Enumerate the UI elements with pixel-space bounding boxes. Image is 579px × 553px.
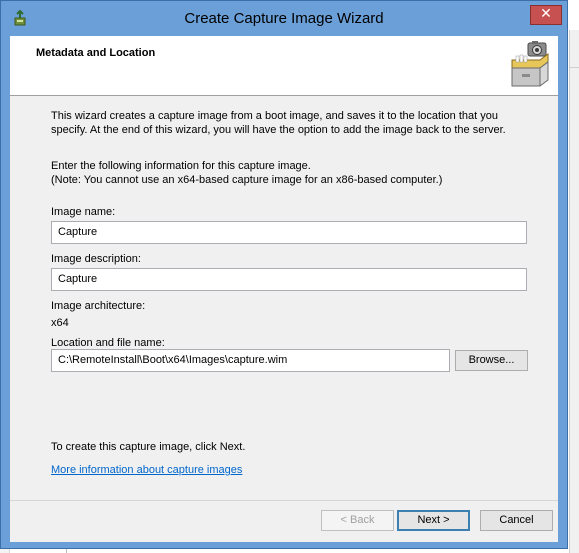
wizard-content: This wizard creates a capture image from…	[10, 97, 558, 500]
background-divider	[569, 67, 579, 68]
title-bar[interactable]: Create Capture Image Wizard ✕	[1, 1, 567, 35]
intro-text: This wizard creates a capture image from…	[51, 110, 506, 136]
capture-image-wizard-dialog: Create Capture Image Wizard ✕ Metadata a…	[0, 0, 568, 549]
wizard-header: Metadata and Location	[10, 36, 558, 96]
background-right-window	[569, 30, 579, 553]
footer-divider	[10, 500, 558, 501]
filing-cabinet-camera-icon	[511, 41, 549, 87]
back-button[interactable]: < Back	[321, 510, 394, 531]
instructions-line: Enter the following information for this…	[51, 160, 311, 172]
page-title: Metadata and Location	[36, 47, 156, 59]
image-description-label: Image description:	[51, 253, 141, 265]
instructions: Enter the following information for this…	[51, 159, 531, 187]
image-architecture-value: x64	[51, 317, 69, 329]
instructions-note: (Note: You cannot use an x64-based captu…	[51, 174, 443, 186]
wizard-client-area: Metadata and Location This wizard create…	[10, 36, 558, 542]
cancel-button[interactable]: Cancel	[480, 510, 553, 531]
next-instruction: To create this capture image, click Next…	[51, 441, 246, 453]
browse-button[interactable]: Browse...	[455, 350, 528, 371]
image-name-input[interactable]: Capture	[51, 221, 527, 244]
next-button[interactable]: Next >	[397, 510, 470, 531]
image-name-label: Image name:	[51, 206, 116, 218]
location-input[interactable]: C:\RemoteInstall\Boot\x64\Images\capture…	[51, 349, 450, 372]
more-info-link[interactable]: More information about capture images	[51, 464, 242, 476]
image-architecture-label: Image architecture:	[51, 300, 146, 312]
close-button[interactable]: ✕	[530, 5, 562, 25]
window-title: Create Capture Image Wizard	[184, 10, 384, 27]
location-label: Location and file name:	[51, 337, 165, 349]
close-icon: ✕	[540, 6, 552, 22]
image-description-input[interactable]: Capture	[51, 268, 527, 291]
